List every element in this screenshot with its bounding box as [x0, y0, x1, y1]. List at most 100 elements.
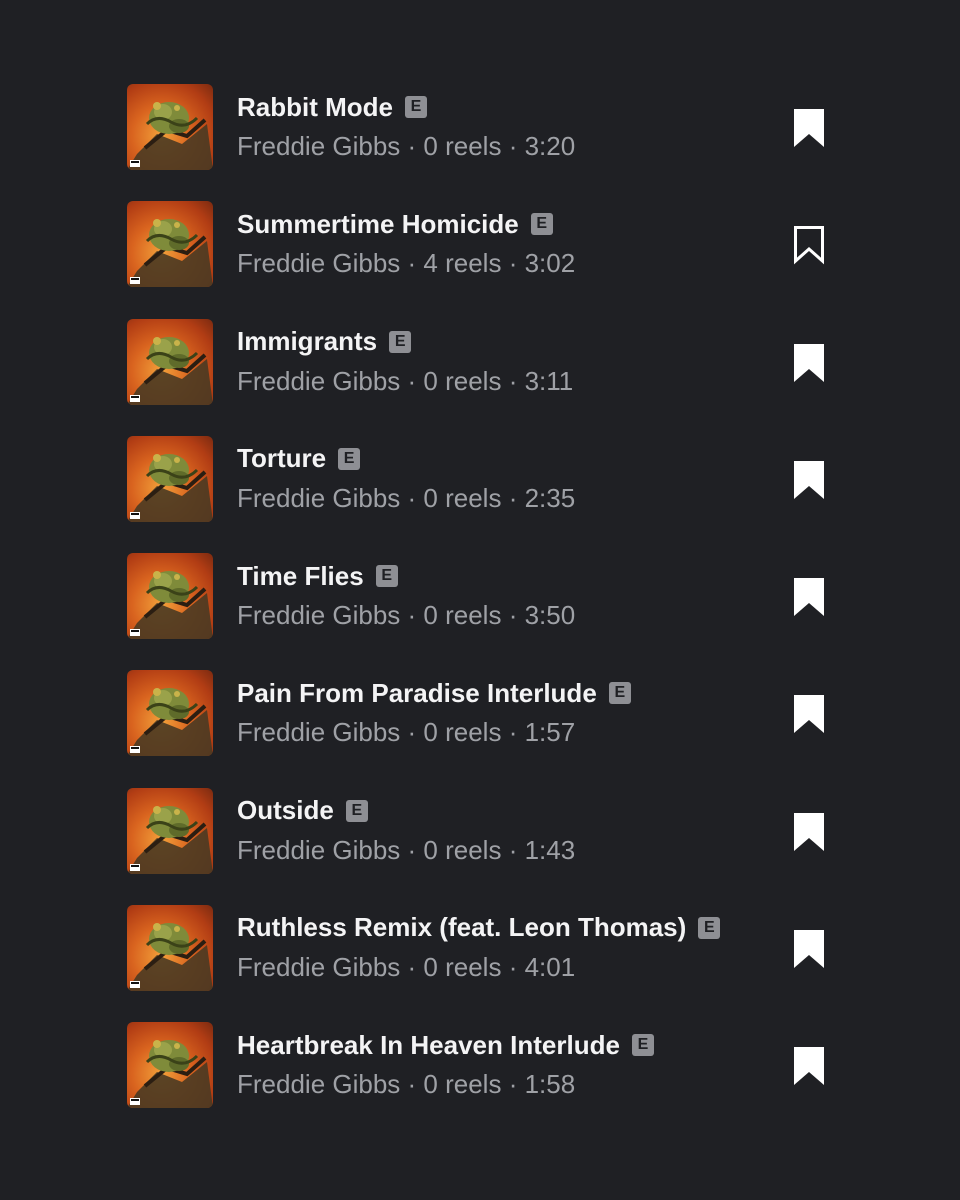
track-title-line: Ruthless Remix (feat. Leon Thomas) E: [237, 911, 721, 945]
track-subtitle: Freddie Gibbs · 0 reels · 4:01: [237, 952, 720, 983]
track-title: Immigrants: [237, 326, 378, 356]
track-title: Torture: [237, 443, 327, 474]
track-reels-count: 4 reels: [423, 248, 502, 279]
track-row[interactable]: Heartbreak In Heaven Interlude E Freddie…: [0, 1022, 960, 1139]
track-artist: Freddie Gibbs: [237, 131, 401, 161]
track-row[interactable]: Ruthless Remix (feat. Leon Thomas) E Fre…: [0, 904, 960, 1022]
bookmark-filled-icon[interactable]: [790, 107, 828, 149]
track-row[interactable]: Pain From Paradise Interlude E Freddie G…: [0, 670, 960, 787]
album-cover-image[interactable]: [127, 84, 213, 170]
separator: ·: [400, 1069, 424, 1099]
separator: ·: [501, 248, 525, 279]
separator: ·: [501, 834, 525, 865]
explicit-badge-icon: E: [389, 330, 412, 353]
track-title: Rabbit Mode: [237, 91, 393, 122]
track-duration: 3:20: [524, 131, 576, 161]
track-reels-count: 0 reels: [423, 1069, 502, 1099]
album-cover-image[interactable]: [127, 787, 213, 874]
track-title: Pain From Paradise Interlude: [237, 677, 597, 708]
separator: ·: [400, 365, 424, 396]
track-duration: 1:57: [524, 717, 576, 748]
track-title: Summertime Homicide: [237, 208, 519, 239]
album-cover-image[interactable]: [127, 318, 213, 405]
track-text: Immigrants E Freddie Gibbs · 0 reels · 3…: [237, 325, 573, 397]
track-title: Heartbreak In Heaven Interlude: [237, 1029, 620, 1060]
track-duration: 2:35: [524, 482, 576, 513]
separator: ·: [400, 951, 424, 982]
explicit-badge-icon: E: [405, 96, 427, 118]
separator: ·: [400, 834, 424, 865]
bookmark-filled-icon[interactable]: [790, 693, 828, 735]
track-subtitle: Freddie Gibbs · 0 reels · 2:35: [237, 483, 575, 514]
track-row[interactable]: Outside E Freddie Gibbs · 0 reels · 1:43: [0, 787, 960, 905]
track-duration: 1:43: [524, 834, 576, 865]
track-title: Ruthless Remix (feat. Leon Thomas): [237, 912, 687, 943]
separator: ·: [400, 600, 424, 630]
track-title: Outside: [237, 795, 334, 825]
track-reels-count: 0 reels: [423, 717, 502, 748]
separator: ·: [501, 600, 525, 630]
track-duration: 4:01: [524, 951, 576, 982]
track-title: Time Flies: [237, 560, 364, 591]
track-subtitle: Freddie Gibbs · 0 reels · 1:58: [237, 1069, 654, 1100]
track-reels-count: 0 reels: [423, 600, 502, 630]
track-duration: 3:11: [524, 365, 574, 396]
separator: ·: [501, 951, 525, 982]
separator: ·: [501, 131, 525, 161]
track-artist: Freddie Gibbs: [237, 834, 401, 865]
track-subtitle: Freddie Gibbs · 0 reels · 3:50: [237, 600, 575, 631]
track-text: Heartbreak In Heaven Interlude E Freddie…: [237, 1028, 654, 1100]
album-cover-image[interactable]: [127, 904, 213, 991]
track-text: Outside E Freddie Gibbs · 0 reels · 1:43: [237, 794, 575, 866]
bookmark-filled-icon[interactable]: [790, 459, 828, 501]
bookmark-filled-icon[interactable]: [790, 576, 828, 618]
explicit-badge-icon: E: [608, 682, 631, 705]
bookmark-filled-icon[interactable]: [790, 342, 828, 384]
track-title-line: Pain From Paradise Interlude E: [237, 676, 631, 710]
track-artist: Freddie Gibbs: [237, 951, 401, 982]
track-row[interactable]: Torture E Freddie Gibbs · 0 reels · 2:35: [0, 435, 960, 553]
album-cover-image[interactable]: [127, 435, 213, 522]
separator: ·: [400, 482, 424, 513]
explicit-badge-icon: E: [530, 213, 553, 236]
album-cover-image[interactable]: [127, 1022, 213, 1108]
bookmark-filled-icon[interactable]: [790, 928, 828, 970]
track-subtitle: Freddie Gibbs · 0 reels · 3:11: [237, 366, 573, 397]
track-row[interactable]: Immigrants E Freddie Gibbs · 0 reels · 3…: [0, 318, 960, 436]
track-list: Rabbit Mode E Freddie Gibbs · 0 reels · …: [0, 84, 960, 1139]
track-subtitle: Freddie Gibbs · 0 reels · 1:57: [237, 717, 631, 748]
track-artist: Freddie Gibbs: [237, 600, 401, 630]
track-row[interactable]: Rabbit Mode E Freddie Gibbs · 0 reels · …: [0, 84, 960, 201]
track-artist: Freddie Gibbs: [237, 248, 401, 279]
track-text: Ruthless Remix (feat. Leon Thomas) E Fre…: [237, 911, 721, 983]
explicit-badge-icon: E: [698, 916, 721, 939]
track-reels-count: 0 reels: [423, 131, 502, 161]
track-subtitle: Freddie Gibbs · 4 reels · 3:02: [237, 248, 575, 279]
album-cover-image[interactable]: [127, 670, 213, 757]
track-title-line: Immigrants E: [237, 325, 573, 359]
track-artist: Freddie Gibbs: [237, 1069, 401, 1099]
album-cover-image[interactable]: [127, 553, 213, 639]
bookmark-outline-icon[interactable]: [790, 224, 828, 266]
track-subtitle: Freddie Gibbs · 0 reels · 3:20: [237, 131, 575, 162]
track-text: Pain From Paradise Interlude E Freddie G…: [237, 676, 631, 748]
track-duration: 3:02: [524, 248, 576, 279]
track-row[interactable]: Summertime Homicide E Freddie Gibbs · 4 …: [0, 201, 960, 318]
track-duration: 3:50: [524, 600, 576, 630]
track-artist: Freddie Gibbs: [237, 482, 401, 513]
separator: ·: [400, 131, 424, 161]
track-row[interactable]: Time Flies E Freddie Gibbs · 0 reels · 3…: [0, 553, 960, 670]
track-title-line: Rabbit Mode E: [237, 90, 575, 124]
track-reels-count: 0 reels: [423, 834, 502, 865]
track-artist: Freddie Gibbs: [237, 365, 401, 396]
explicit-badge-icon: E: [345, 799, 368, 822]
bookmark-filled-icon[interactable]: [790, 811, 828, 853]
track-reels-count: 0 reels: [423, 482, 502, 513]
track-reels-count: 0 reels: [423, 365, 502, 396]
album-cover-image[interactable]: [127, 201, 213, 288]
bookmark-filled-icon[interactable]: [790, 1045, 828, 1087]
separator: ·: [501, 482, 525, 513]
track-reels-count: 0 reels: [423, 951, 502, 982]
track-title-line: Heartbreak In Heaven Interlude E: [237, 1028, 654, 1062]
separator: ·: [501, 1069, 525, 1099]
